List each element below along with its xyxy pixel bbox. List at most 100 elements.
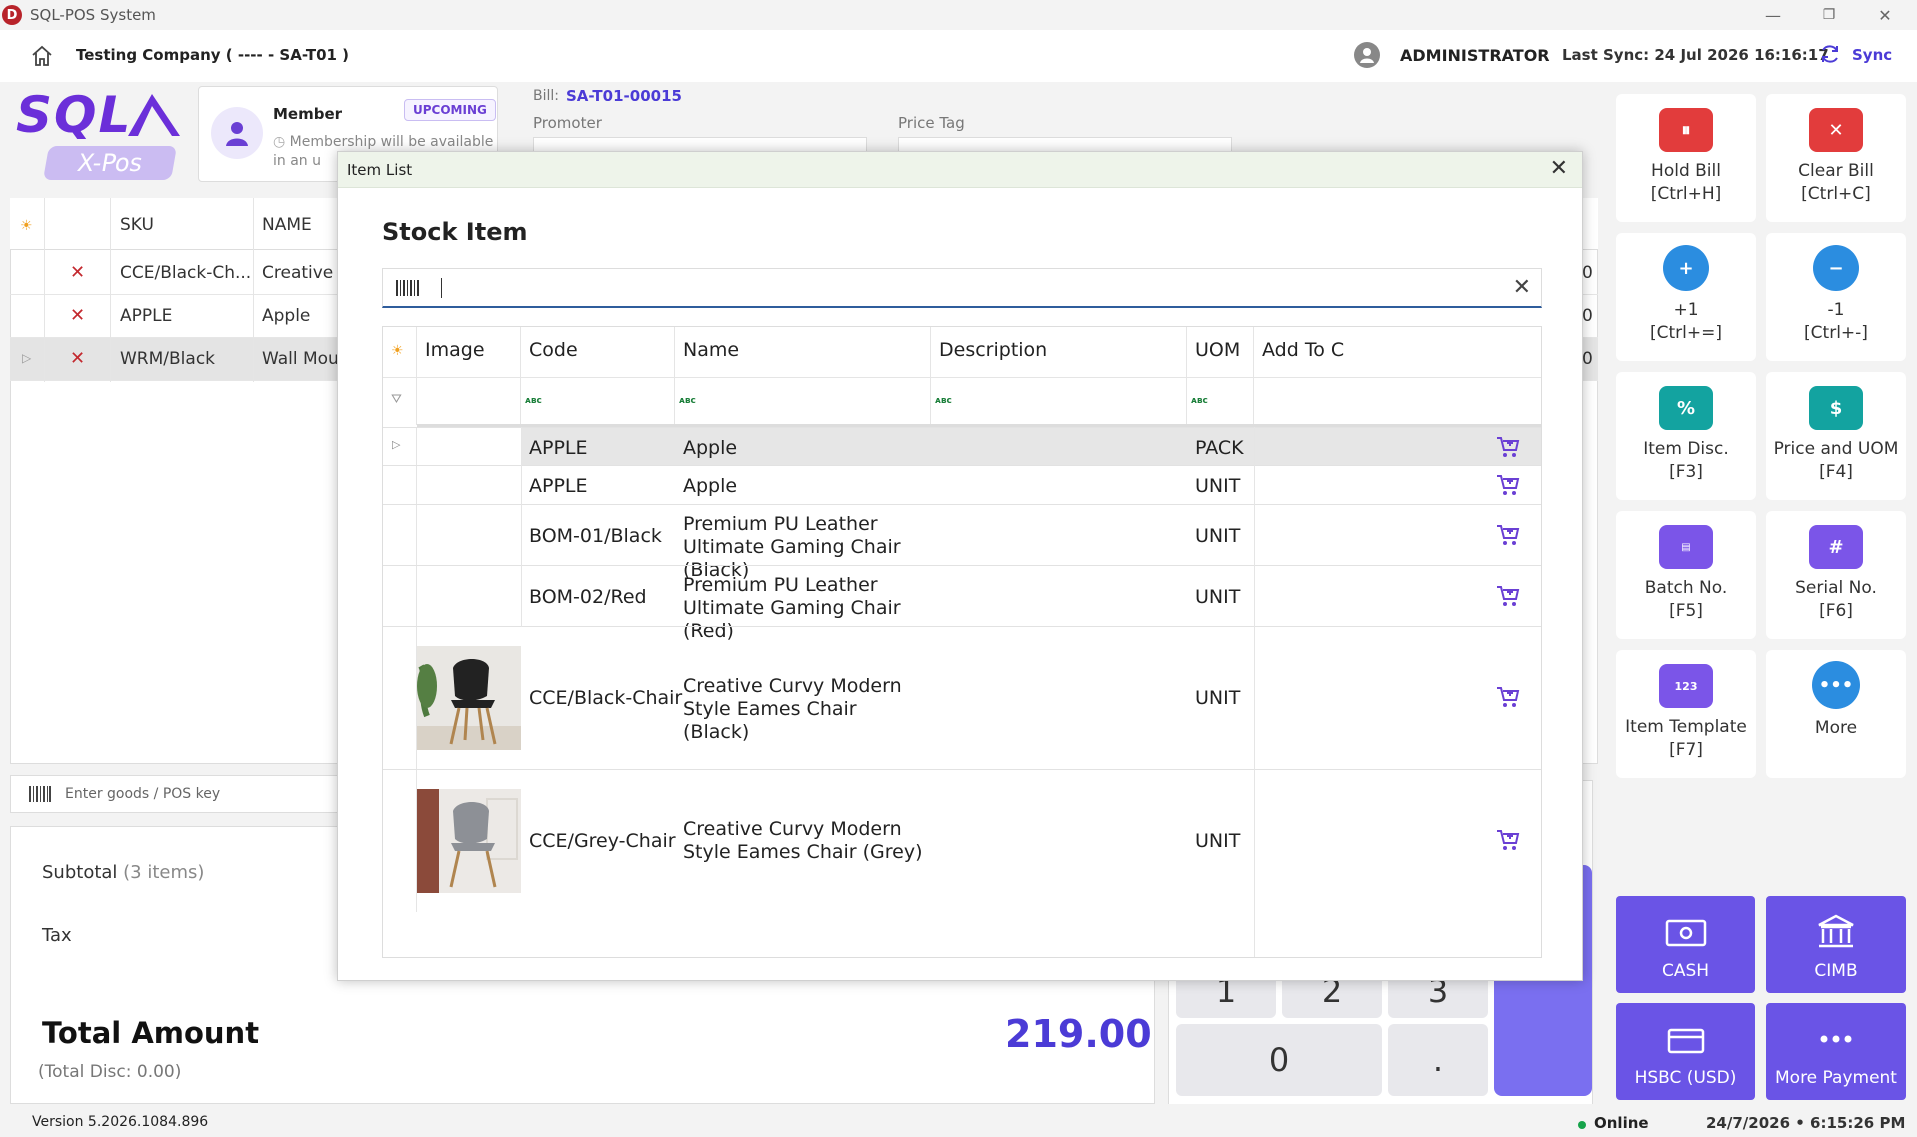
dialog-close-icon[interactable]: ✕ — [1550, 156, 1568, 181]
hold-bill-button[interactable]: ⏸ Hold Bill [Ctrl+H] — [1616, 94, 1756, 222]
item-uom: UNIT — [1195, 586, 1241, 608]
item-row[interactable]: BOM-01/Black Premium PU Leather Ultimate… — [383, 504, 1541, 581]
row-indicator: ▷ — [383, 428, 417, 465]
filter-uom[interactable]: ᴀʙc — [1187, 377, 1254, 425]
column-sku[interactable]: SKU — [120, 215, 154, 235]
column-description[interactable]: Description — [931, 327, 1187, 377]
key-0[interactable]: 0 — [1176, 1024, 1382, 1096]
price-uom-button[interactable]: $ Price and UOM [F4] — [1766, 372, 1906, 500]
add-to-cart-icon[interactable] — [1495, 584, 1521, 608]
filter-name[interactable]: ᴀʙc — [675, 377, 931, 425]
add-to-cart-icon[interactable] — [1495, 685, 1521, 709]
column-name[interactable]: NAME — [262, 215, 312, 235]
item-row[interactable]: CCE/Grey-Chair Creative Curvy Modern Sty… — [383, 769, 1541, 912]
more-payment-button[interactable]: More Payment — [1766, 1003, 1906, 1100]
clear-search-icon[interactable]: ✕ — [1513, 275, 1531, 300]
price-uom-icon: $ — [1809, 386, 1863, 430]
product-image-grey-chair — [417, 789, 521, 893]
item-row[interactable]: BOM-02/Red Premium PU Leather Ultimate G… — [383, 565, 1541, 642]
home-icon[interactable] — [30, 44, 54, 68]
item-template-icon: 123 — [1659, 664, 1713, 708]
filter-cell: ⛛ — [383, 377, 417, 425]
clear-bill-button[interactable]: ✕ Clear Bill [Ctrl+C] — [1766, 94, 1906, 222]
barcode-scan-icon[interactable] — [395, 279, 421, 297]
item-name: Creative Curvy Modern Style Eames Chair … — [683, 818, 923, 863]
add-to-cart-icon[interactable] — [1495, 473, 1521, 497]
item-code: CCE/Black-Chair — [529, 687, 683, 709]
text-cursor — [441, 278, 442, 298]
cart-name: Wall Mou — [262, 349, 339, 369]
item-row[interactable]: CCE/Black-Chair Creative Curvy Modern St… — [383, 626, 1541, 769]
user-name[interactable]: ADMINISTRATOR — [1400, 46, 1550, 65]
item-discount-button[interactable]: % Item Disc. [F3] — [1616, 372, 1756, 500]
column-image[interactable]: Image — [417, 327, 521, 377]
add-to-cart-icon[interactable] — [1495, 523, 1521, 547]
item-row-selected[interactable]: ▷ APPLE Apple PACK — [383, 427, 1541, 466]
cart-sku: WRM/Black — [120, 349, 216, 369]
item-template-button[interactable]: 123 Item Template [F7] — [1616, 650, 1756, 778]
column-uom[interactable]: UOM — [1187, 327, 1254, 377]
filter-image[interactable] — [417, 377, 521, 425]
column-chooser-icon[interactable]: ☀ — [383, 327, 417, 377]
add-to-cart-icon[interactable] — [1495, 828, 1521, 852]
user-avatar-icon — [1354, 42, 1380, 68]
scan-placeholder: Enter goods / POS key — [65, 786, 221, 802]
promoter-label: Promoter — [533, 114, 602, 132]
sync-button[interactable]: Sync — [1852, 46, 1892, 64]
top-header: Testing Company ( ---- - SA-T01 ) ADMINI… — [0, 30, 1917, 82]
total-amount-label: Total Amount — [42, 1016, 260, 1050]
more-payment-icon — [1820, 1035, 1852, 1043]
close-window-button[interactable]: ✕ — [1858, 0, 1912, 30]
row-indicator — [383, 627, 417, 769]
filter-icon[interactable]: ⛛ — [391, 392, 402, 407]
dialog-title: Item List — [347, 161, 413, 179]
item-uom: UNIT — [1195, 525, 1241, 547]
batch-no-button[interactable]: ▤ Batch No. [F5] — [1616, 511, 1756, 639]
remove-item-icon[interactable]: ✕ — [70, 262, 85, 283]
settings-sun-icon[interactable]: ☀ — [20, 218, 33, 234]
promoter-select[interactable] — [533, 137, 867, 151]
text-filter-icon: ᴀʙc — [935, 396, 952, 406]
add-to-cart-icon[interactable] — [1495, 435, 1521, 459]
row-indicator — [383, 770, 417, 912]
item-uom: UNIT — [1195, 687, 1241, 709]
minus-one-button[interactable]: − -1 [Ctrl+-] — [1766, 233, 1906, 361]
key-decimal[interactable]: . — [1388, 1024, 1488, 1096]
minimize-button[interactable]: — — [1746, 0, 1800, 30]
column-add-to-cart[interactable]: Add To C — [1254, 327, 1541, 377]
clock-icon: ◷ — [273, 134, 290, 150]
filter-code[interactable]: ᴀʙc — [521, 377, 675, 425]
item-code: CCE/Grey-Chair — [529, 830, 676, 852]
plus-one-button[interactable]: + +1 [Ctrl+=] — [1616, 233, 1756, 361]
text-filter-icon: ᴀʙc — [679, 396, 696, 406]
subtotal-row: Subtotal (3 items) — [42, 862, 205, 883]
column-code[interactable]: Code — [521, 327, 675, 377]
price-tag-label: Price Tag — [898, 114, 965, 132]
remove-item-icon[interactable]: ✕ — [70, 305, 85, 326]
row-indicator — [383, 566, 417, 626]
column-name[interactable]: Name — [675, 327, 931, 377]
bank-icon — [1818, 914, 1854, 948]
item-search-input[interactable]: ✕ — [382, 268, 1542, 308]
more-actions-button[interactable]: ••• More — [1766, 650, 1906, 778]
sync-icon[interactable] — [1818, 42, 1842, 66]
member-label: Member — [273, 105, 343, 123]
item-uom: PACK — [1195, 437, 1244, 459]
serial-no-button[interactable]: # Serial No. [F6] — [1766, 511, 1906, 639]
company-name: Testing Company ( ---- - SA-T01 ) — [76, 46, 350, 64]
pay-cash-button[interactable]: CASH — [1616, 896, 1755, 993]
remove-item-icon[interactable]: ✕ — [70, 348, 85, 369]
app-logo-icon: D — [2, 5, 22, 25]
item-name: Creative Curvy Modern Style Eames Chair … — [683, 675, 902, 743]
item-row[interactable]: APPLE Apple UNIT — [383, 465, 1541, 504]
price-tag-select[interactable] — [898, 137, 1232, 151]
scan-input[interactable]: Enter goods / POS key — [10, 775, 340, 813]
last-sync-text: Last Sync: 24 Jul 2026 16:16:17 — [1562, 46, 1829, 64]
filter-description[interactable]: ᴀʙc — [931, 377, 1187, 425]
pay-hsbc-button[interactable]: HSBC (USD) — [1616, 1003, 1755, 1100]
item-code: APPLE — [529, 437, 588, 459]
text-filter-icon: ᴀʙc — [525, 396, 542, 406]
pay-cimb-button[interactable]: CIMB — [1766, 896, 1906, 993]
item-name: Apple — [683, 437, 738, 459]
restore-button[interactable]: ❐ — [1802, 0, 1856, 30]
